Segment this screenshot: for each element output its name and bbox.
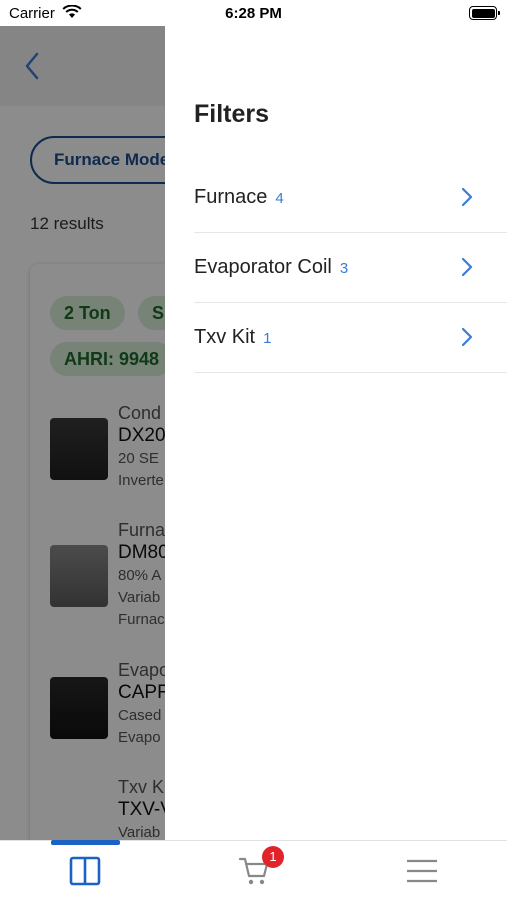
battery-icon	[469, 6, 500, 20]
filter-name: Txv Kit	[194, 326, 256, 348]
drawer-title: Filters	[194, 100, 270, 128]
filter-name: Furnace	[194, 186, 268, 208]
filter-label: Evaporator Coil 3	[194, 256, 348, 279]
tab-menu[interactable]	[372, 841, 472, 900]
tab-cart[interactable]	[204, 841, 304, 900]
filter-label: Furnace 4	[194, 186, 284, 209]
catalog-icon	[69, 856, 101, 891]
status-bar: Carrier 6:28 PM	[0, 0, 507, 26]
clock: 6:28 PM	[225, 5, 282, 22]
filter-row-evaporator-coil[interactable]: Evaporator Coil 3	[194, 233, 507, 303]
cart-count-badge: 1	[262, 846, 284, 868]
filter-name: Evaporator Coil	[194, 256, 332, 278]
chevron-right-icon	[461, 327, 473, 352]
filter-label: Txv Kit 1	[194, 326, 271, 349]
filter-list: Furnace 4 Evaporator Coil 3 Txv Kit 1	[194, 163, 507, 373]
tab-bar	[0, 840, 507, 900]
filter-count: 1	[263, 330, 272, 347]
filter-row-furnace[interactable]: Furnace 4	[194, 163, 507, 233]
filter-count: 4	[275, 190, 284, 207]
menu-icon	[406, 859, 438, 888]
tab-catalog[interactable]	[36, 841, 136, 900]
chevron-right-icon	[461, 257, 473, 282]
filter-count: 3	[339, 260, 349, 277]
filters-drawer: Filters Furnace 4 Evaporator Coil 3 Txv Ki…	[165, 26, 507, 840]
filter-row-txv-kit[interactable]: Txv Kit 1	[194, 303, 507, 373]
chevron-right-icon	[461, 187, 473, 212]
